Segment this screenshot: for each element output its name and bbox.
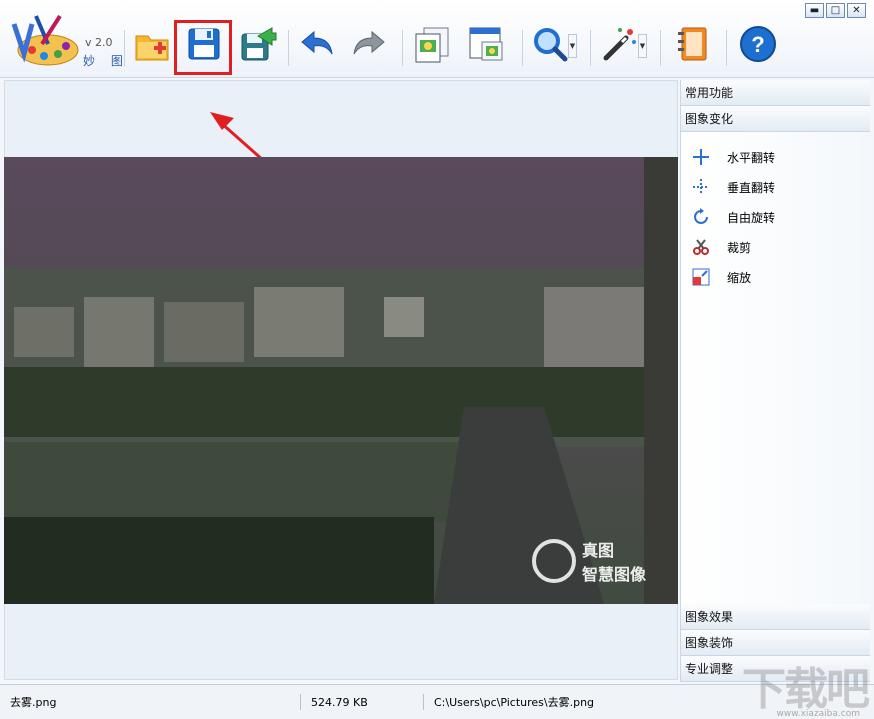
image-watermark-line2: 智慧图像 bbox=[582, 565, 647, 584]
svg-text:?: ? bbox=[751, 32, 764, 57]
help-icon: ? bbox=[738, 26, 778, 67]
image-watermark-logo bbox=[532, 539, 576, 583]
toolbar-separator bbox=[288, 30, 289, 66]
scissors-icon bbox=[691, 237, 711, 257]
copy-image-icon bbox=[412, 27, 452, 67]
toolbar-separator bbox=[660, 30, 661, 66]
magnifier-icon bbox=[530, 28, 570, 67]
flip-vertical-icon bbox=[691, 177, 711, 197]
minimize-button[interactable]: ▬ bbox=[805, 3, 824, 18]
panel-item-label: 裁剪 bbox=[727, 240, 752, 255]
status-filename: 去雾.png bbox=[10, 696, 57, 709]
site-watermark: 下载吧 bbox=[742, 664, 870, 715]
undo-button[interactable] bbox=[296, 24, 336, 64]
close-button[interactable]: ✕ bbox=[847, 3, 866, 18]
panel-item-resize[interactable]: 缩放 bbox=[681, 262, 870, 292]
magic-dropdown-arrow[interactable]: ▼ bbox=[638, 34, 647, 58]
panel-header-common[interactable]: 常用功能 bbox=[681, 80, 870, 106]
app-name: 妙 图 bbox=[83, 54, 129, 68]
panel-item-crop[interactable]: 裁剪 bbox=[681, 232, 870, 262]
image-watermark-line1: 真图 bbox=[582, 541, 615, 560]
cityscape-photo bbox=[4, 157, 678, 604]
magic-wand-icon bbox=[598, 28, 638, 67]
save-as-icon bbox=[238, 27, 278, 67]
redo-arrow-icon bbox=[350, 30, 390, 67]
zoom-dropdown-arrow[interactable]: ▼ bbox=[568, 34, 577, 58]
save-highlight-box bbox=[174, 20, 232, 75]
toolbar: v 2.0 妙 图 ▼ ▼ ? bbox=[0, 0, 874, 78]
toolbar-separator bbox=[402, 30, 403, 66]
resize-icon bbox=[691, 267, 711, 287]
toolbar-separator bbox=[522, 30, 523, 66]
panel-item-label: 水平翻转 bbox=[727, 150, 776, 165]
panel-item-label: 垂直翻转 bbox=[727, 180, 776, 195]
toolbar-separator bbox=[590, 30, 591, 66]
status-path: C:\Users\pc\Pictures\去雾.png bbox=[434, 696, 595, 709]
panel-item-label: 缩放 bbox=[727, 270, 752, 285]
flip-horizontal-icon bbox=[691, 147, 711, 167]
copy-image-button[interactable] bbox=[412, 24, 452, 64]
right-panel: 常用功能 图象变化 水平翻转 垂直翻转 自由旋转 裁剪 缩放 图象效果 图象装饰… bbox=[680, 80, 870, 682]
panel-items: 水平翻转 垂直翻转 自由旋转 裁剪 缩放 bbox=[681, 132, 870, 292]
window-image-button[interactable] bbox=[466, 24, 506, 64]
toolbar-separator bbox=[726, 30, 727, 66]
notebook-button[interactable] bbox=[672, 24, 712, 64]
undo-arrow-icon bbox=[296, 30, 336, 67]
open-button[interactable] bbox=[132, 24, 172, 64]
panel-item-label: 自由旋转 bbox=[727, 210, 776, 225]
maximize-button[interactable]: □ bbox=[826, 3, 845, 18]
main-image[interactable]: 真图 智慧图像 bbox=[4, 157, 678, 604]
window-image-icon bbox=[466, 27, 506, 67]
notebook-icon bbox=[672, 27, 712, 67]
zoom-button[interactable] bbox=[530, 24, 570, 64]
app-logo bbox=[8, 14, 80, 70]
status-filesize: 524.79 KB bbox=[311, 695, 368, 709]
site-watermark-url: www.xiazaiba.com bbox=[776, 709, 860, 719]
panel-item-flip-vertical[interactable]: 垂直翻转 bbox=[681, 172, 870, 202]
save-as-button[interactable] bbox=[238, 24, 278, 64]
panel-item-rotate[interactable]: 自由旋转 bbox=[681, 202, 870, 232]
toolbar-separator bbox=[124, 30, 125, 66]
folder-plus-icon bbox=[132, 35, 172, 67]
app-version: v 2.0 bbox=[85, 36, 113, 49]
rotate-icon bbox=[691, 207, 711, 227]
magic-wand-button[interactable] bbox=[598, 24, 638, 64]
panel-header-transform[interactable]: 图象变化 bbox=[681, 106, 870, 132]
window-controls: ▬ □ ✕ bbox=[805, 3, 866, 18]
panel-header-effects[interactable]: 图象效果 bbox=[681, 604, 870, 630]
panel-item-flip-horizontal[interactable]: 水平翻转 bbox=[681, 142, 870, 172]
redo-button[interactable] bbox=[350, 24, 390, 64]
help-button[interactable]: ? bbox=[738, 24, 778, 64]
